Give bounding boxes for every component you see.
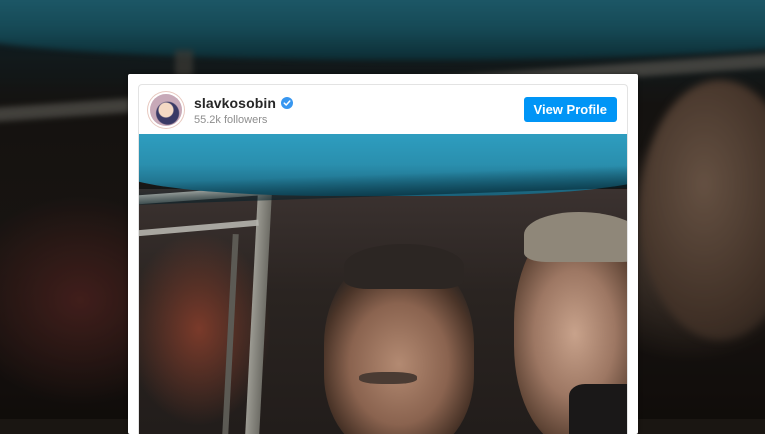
embed-header: slavkosobin 55.2k followers View Profile — [139, 85, 627, 133]
post-media[interactable] — [139, 134, 627, 434]
checkmark-icon — [283, 100, 291, 106]
embed-inner: slavkosobin 55.2k followers View Profile — [138, 84, 628, 434]
name-row: slavkosobin — [194, 95, 294, 111]
verified-badge-icon — [281, 97, 294, 109]
media-collar — [569, 384, 627, 434]
instagram-embed-card: slavkosobin 55.2k followers View Profile — [128, 74, 638, 434]
avatar[interactable] — [150, 94, 182, 126]
view-profile-button[interactable]: View Profile — [523, 97, 617, 122]
follower-count: 55.2k followers — [194, 114, 268, 126]
media-hair-left — [344, 244, 464, 289]
media-mustache — [359, 372, 417, 384]
username[interactable]: slavkosobin — [194, 95, 276, 111]
media-hair-right — [524, 212, 627, 262]
